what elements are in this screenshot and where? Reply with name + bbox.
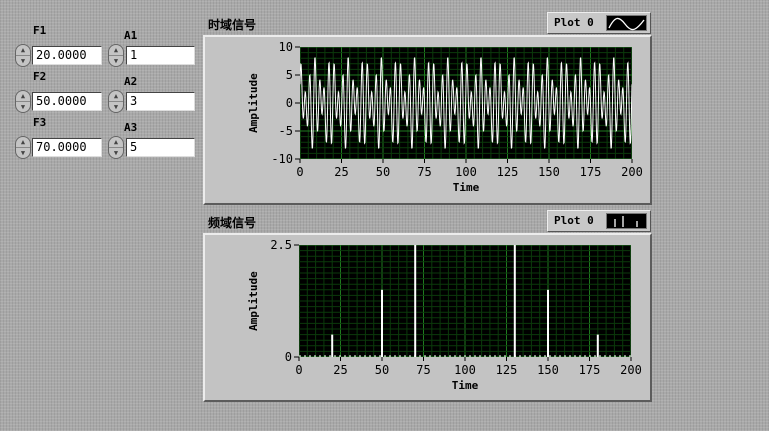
x-tick-label: 25	[334, 165, 348, 179]
y-axis-title: Amplitude	[247, 271, 260, 331]
f1-input[interactable]: 20.0000	[32, 46, 102, 65]
chevron-down-icon[interactable]: ▼	[109, 102, 123, 112]
x-tick-label: 125	[496, 363, 518, 377]
chevron-up-icon[interactable]: ▲	[109, 45, 123, 56]
time-graph-title: 时域信号	[208, 18, 257, 32]
chevron-down-icon[interactable]: ▼	[109, 148, 123, 158]
x-tick-label: 175	[579, 363, 601, 377]
freq-graph-title: 频域信号	[208, 216, 257, 230]
a3-label: A3	[124, 121, 138, 134]
f3-label: F3	[33, 116, 47, 129]
legend-label: Plot 0	[554, 16, 594, 29]
y-tick-label: 0	[286, 96, 293, 110]
x-axis-title: Time	[453, 181, 480, 194]
y-axis-title: Amplitude	[247, 73, 260, 133]
time-graph: 10 5 0 -5 -10 0 25 50 75 100 125 150 175 200 Time Ampli…	[203, 35, 652, 205]
f2-label: F2	[33, 70, 47, 83]
x-tick-label: 50	[375, 363, 389, 377]
chevron-down-icon[interactable]: ▼	[109, 56, 123, 66]
f1-label: F1	[33, 24, 47, 37]
chevron-down-icon[interactable]: ▼	[16, 102, 30, 112]
a1-input[interactable]: 1	[126, 46, 195, 65]
x-tick-label: 175	[580, 165, 602, 179]
y-tick-label: 0	[285, 350, 292, 364]
x-tick-label: 75	[416, 363, 430, 377]
x-tick-label: 0	[296, 165, 303, 179]
f3-spinner[interactable]: ▲ ▼	[15, 136, 31, 159]
chevron-up-icon[interactable]: ▲	[109, 137, 123, 148]
y-tick-label: 5	[286, 68, 293, 82]
chevron-up-icon[interactable]: ▲	[16, 137, 30, 148]
a2-input[interactable]: 3	[126, 92, 195, 111]
chevron-up-icon[interactable]: ▲	[16, 45, 30, 56]
f1-spinner[interactable]: ▲ ▼	[15, 44, 31, 67]
a3-input[interactable]: 5	[126, 138, 195, 157]
a2-label: A2	[124, 75, 138, 88]
a1-spinner[interactable]: ▲ ▼	[108, 44, 124, 67]
x-tick-label: 75	[417, 165, 431, 179]
x-tick-label: 150	[537, 363, 559, 377]
x-tick-label: 0	[295, 363, 302, 377]
x-tick-label: 25	[333, 363, 347, 377]
x-tick-label: 100	[455, 165, 477, 179]
y-tick-label: 2.5	[270, 238, 292, 252]
y-tick-label: -5	[279, 124, 293, 138]
f3-input[interactable]: 70.0000	[32, 138, 102, 157]
f2-spinner[interactable]: ▲ ▼	[15, 90, 31, 113]
x-tick-label: 150	[538, 165, 560, 179]
bar-plot-icon	[606, 213, 647, 229]
x-tick-label: 100	[454, 363, 476, 377]
y-tick-label: 10	[279, 40, 293, 54]
sine-wave-icon	[606, 15, 647, 31]
a1-label: A1	[124, 29, 138, 42]
x-tick-label: 200	[620, 363, 642, 377]
chevron-down-icon[interactable]: ▼	[16, 56, 30, 66]
x-tick-label: 50	[376, 165, 390, 179]
a2-spinner[interactable]: ▲ ▼	[108, 90, 124, 113]
a3-spinner[interactable]: ▲ ▼	[108, 136, 124, 159]
freq-graph: 2.5 0 0 25 50 75 100 125 150 175 200 Time Amplitude	[203, 233, 652, 402]
x-axis-title: Time	[452, 379, 479, 392]
legend-label: Plot 0	[554, 214, 594, 227]
freq-graph-legend[interactable]: Plot 0	[547, 210, 651, 232]
time-graph-legend[interactable]: Plot 0	[547, 12, 651, 34]
x-tick-label: 200	[621, 165, 643, 179]
y-tick-label: -10	[271, 152, 293, 166]
chevron-up-icon[interactable]: ▲	[109, 91, 123, 102]
f2-input[interactable]: 50.0000	[32, 92, 102, 111]
chevron-up-icon[interactable]: ▲	[16, 91, 30, 102]
chevron-down-icon[interactable]: ▼	[16, 148, 30, 158]
x-tick-label: 125	[497, 165, 519, 179]
